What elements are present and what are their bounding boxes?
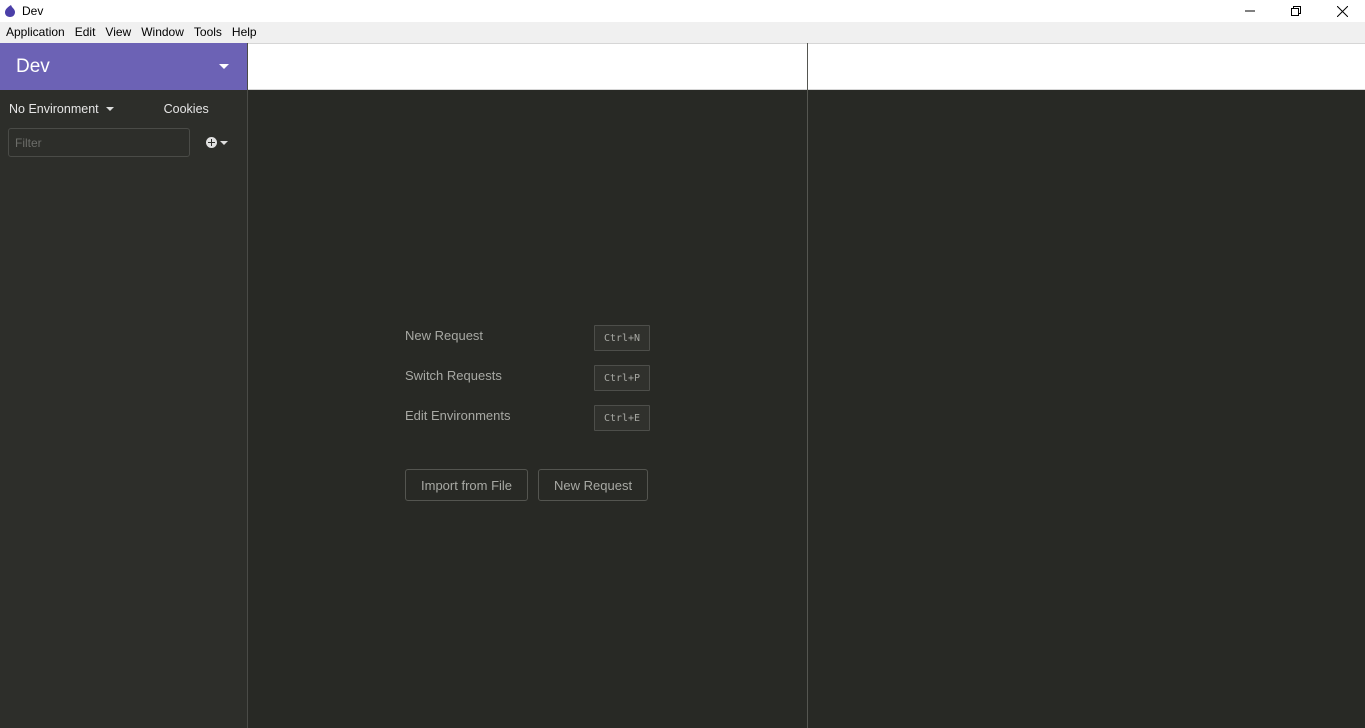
- add-item-dropdown[interactable]: [206, 137, 228, 148]
- shortcut-label: Edit Environments: [405, 407, 511, 423]
- response-pane: [808, 43, 1365, 728]
- close-icon: [1336, 5, 1348, 17]
- environment-label: No Environment: [9, 102, 99, 116]
- environment-dropdown[interactable]: No Environment: [9, 102, 114, 116]
- shortcut-key: Ctrl+E: [594, 405, 650, 431]
- chevron-down-icon: [220, 140, 228, 145]
- new-request-button[interactable]: New Request: [538, 469, 649, 501]
- shortcut-list: New Request Ctrl+N Switch Requests Ctrl+…: [405, 318, 650, 438]
- workspace-name: Dev: [16, 55, 50, 77]
- menu-bar: Application Edit View Window Tools Help: [0, 22, 1365, 43]
- sidebar: Dev No Environment Cookies: [0, 43, 247, 728]
- menu-window[interactable]: Window: [136, 22, 189, 43]
- menu-application[interactable]: Application: [1, 22, 70, 43]
- menu-view[interactable]: View: [100, 22, 136, 43]
- close-button[interactable]: [1319, 0, 1365, 22]
- workspace-dropdown[interactable]: Dev: [0, 43, 247, 90]
- shortcut-new-request: New Request Ctrl+N: [405, 318, 650, 358]
- app-logo-icon: [5, 5, 15, 17]
- cookies-button[interactable]: Cookies: [164, 102, 209, 116]
- empty-state-actions: Import from File New Request: [405, 469, 649, 501]
- filter-row: [0, 128, 247, 157]
- shortcut-switch-requests: Switch Requests Ctrl+P: [405, 358, 650, 398]
- import-from-file-button[interactable]: Import from File: [405, 469, 529, 501]
- title-bar: Dev: [0, 0, 1365, 22]
- environment-row: No Environment Cookies: [0, 90, 247, 128]
- window-controls: [1227, 0, 1365, 22]
- response-header: [808, 43, 1365, 90]
- shortcut-label: Switch Requests: [405, 367, 502, 383]
- chevron-down-icon: [105, 107, 114, 111]
- filter-input[interactable]: [8, 128, 190, 157]
- restore-button[interactable]: [1273, 0, 1319, 22]
- shortcut-label: New Request: [405, 327, 484, 343]
- minimize-button[interactable]: [1227, 0, 1273, 22]
- shortcut-key: Ctrl+P: [594, 365, 650, 391]
- chevron-down-icon: [219, 64, 229, 69]
- menu-edit[interactable]: Edit: [70, 22, 101, 43]
- menu-help[interactable]: Help: [227, 22, 262, 43]
- plus-circle-icon: [206, 137, 217, 148]
- request-url-bar: [248, 43, 807, 90]
- menu-tools[interactable]: Tools: [189, 22, 227, 43]
- shortcut-key: Ctrl+N: [594, 325, 650, 351]
- restore-icon: [1291, 6, 1301, 16]
- shortcut-edit-environments: Edit Environments Ctrl+E: [405, 398, 650, 438]
- window-title: Dev: [22, 4, 44, 18]
- minimize-icon: [1245, 10, 1255, 12]
